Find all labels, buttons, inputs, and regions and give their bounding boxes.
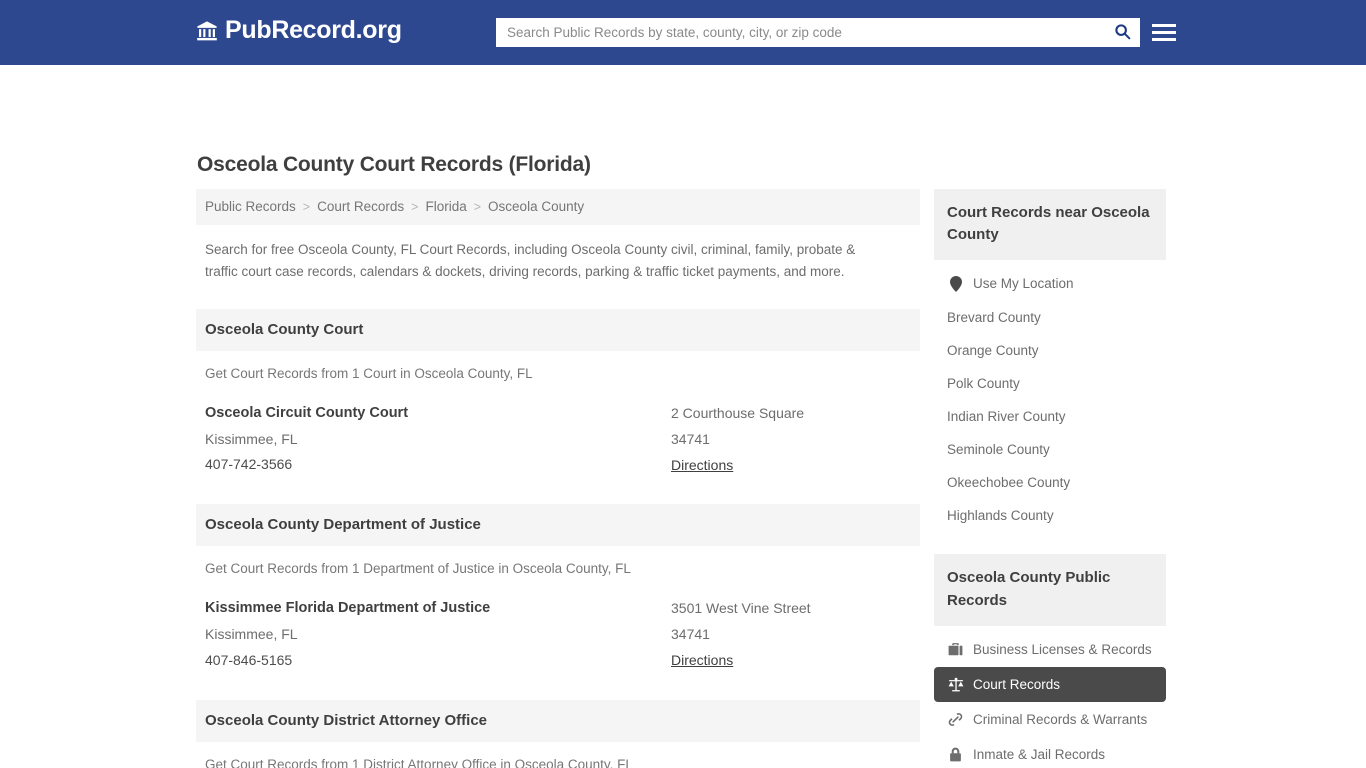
section-subtext: Get Court Records from 1 Department of J… <box>205 561 631 577</box>
record-phone[interactable]: 407-846-5165 <box>205 648 671 674</box>
site-header: PubRecord.org <box>0 0 1366 65</box>
handcuffs-icon <box>947 711 964 728</box>
sidebar-item-orange-county[interactable]: Orange County <box>934 334 1166 367</box>
record-entry-right: 3501 West Vine Street 34741 Directions <box>671 596 911 674</box>
sidebar-item-label: Highlands County <box>947 508 1054 524</box>
sidebar-item-polk-county[interactable]: Polk County <box>934 367 1166 400</box>
search-input[interactable] <box>497 19 1105 46</box>
breadcrumb-separator: > <box>302 199 311 214</box>
sidebar-item-label: Okeechobee County <box>947 475 1071 491</box>
sidebar-public-records-box: Osceola County Public Records Business L… <box>934 554 1166 768</box>
sidebar-item-use-my-location[interactable]: Use My Location <box>934 266 1166 301</box>
record-zip: 34741 <box>671 626 710 643</box>
record-name: Osceola Circuit County Court <box>205 404 409 421</box>
page-intro-text: Search for free Osceola County, FL Court… <box>205 242 856 279</box>
site-logo[interactable]: PubRecord.org <box>196 18 402 43</box>
sidebar: Court Records near Osceola County Use My… <box>934 189 1166 768</box>
record-section: Osceola County Department of Justice Get… <box>196 504 920 674</box>
record-city-state: Kissimmee, FL <box>205 430 298 447</box>
bank-building-icon <box>196 20 218 42</box>
record-entry: Osceola Circuit County Court Kissimmee, … <box>196 381 920 479</box>
sidebar-item-label: Indian River County <box>947 409 1066 425</box>
sidebar-item-criminal-records[interactable]: Criminal Records & Warrants <box>934 702 1166 737</box>
hamburger-bar <box>1152 23 1176 27</box>
main-content: Public Records > Court Records > Florida… <box>196 189 920 768</box>
record-city-state: Kissimmee, FL <box>205 626 298 643</box>
record-entry-left: Kissimmee Florida Department of Justice … <box>205 596 671 674</box>
sidebar-item-court-records[interactable]: Court Records <box>934 666 1166 702</box>
sidebar-item-label: Brevard County <box>947 310 1041 326</box>
search-bar[interactable] <box>496 18 1140 47</box>
section-subtext: Get Court Records from 1 District Attorn… <box>205 757 633 768</box>
record-name: Kissimmee Florida Department of Justice <box>205 600 491 617</box>
sidebar-item-brevard-county[interactable]: Brevard County <box>934 301 1166 334</box>
sidebar-item-label: Seminole County <box>947 442 1050 458</box>
hamburger-bar <box>1152 30 1176 34</box>
hamburger-bar <box>1152 37 1176 41</box>
sidebar-item-label: Polk County <box>947 376 1020 392</box>
lock-icon <box>947 746 964 763</box>
record-phone[interactable]: 407-742-3566 <box>205 452 671 478</box>
sidebar-nearby-box: Court Records near Osceola County Use My… <box>934 189 1166 532</box>
record-street: 2 Courthouse Square <box>671 404 805 421</box>
section-subtext: Get Court Records from 1 Court in Osceol… <box>205 365 533 381</box>
breadcrumb-separator: > <box>411 199 419 214</box>
record-zip: 34741 <box>671 430 710 447</box>
sidebar-item-business-licenses[interactable]: Business Licenses & Records <box>934 632 1166 667</box>
directions-link[interactable]: Directions <box>671 453 733 479</box>
breadcrumb-item-florida[interactable]: Florida <box>425 199 466 214</box>
record-section: Osceola County District Attorney Office … <box>196 700 920 768</box>
record-section: Osceola County Court Get Court Records f… <box>196 308 920 479</box>
sidebar-item-label: Use My Location <box>973 276 1074 292</box>
hamburger-menu-icon[interactable] <box>1152 20 1176 44</box>
section-heading: Osceola County Department of Justice <box>196 504 920 547</box>
map-pin-icon <box>947 275 964 292</box>
sidebar-public-records-list: Business Licenses & Records Court Record… <box>934 626 1166 768</box>
balance-scale-icon <box>947 676 964 693</box>
breadcrumb: Public Records > Court Records > Florida… <box>196 189 920 225</box>
record-entry: Kissimmee Florida Department of Justice … <box>196 576 920 674</box>
sidebar-item-okeechobee-county[interactable]: Okeechobee County <box>934 466 1166 499</box>
page-title: Osceola County Court Records (Florida) <box>197 153 591 176</box>
sidebar-item-highlands-county[interactable]: Highlands County <box>934 499 1166 532</box>
sidebar-item-label: Court Records <box>973 676 1061 692</box>
record-entry-left: Osceola Circuit County Court Kissimmee, … <box>205 401 671 479</box>
record-street: 3501 West Vine Street <box>671 600 811 617</box>
logo-text: PubRecord.org <box>225 16 402 44</box>
sidebar-item-label: Criminal Records & Warrants <box>973 711 1148 727</box>
briefcase-icon <box>947 641 964 658</box>
sidebar-nearby-list: Use My Location Brevard County Orange Co… <box>934 260 1166 532</box>
breadcrumb-item-osceola-county[interactable]: Osceola County <box>488 199 584 214</box>
section-heading: Osceola County District Attorney Office <box>196 700 920 743</box>
sidebar-item-label: Orange County <box>947 343 1039 359</box>
breadcrumb-item-court-records[interactable]: Court Records <box>317 199 404 214</box>
breadcrumb-separator: > <box>473 199 482 214</box>
search-icon <box>1114 23 1131 43</box>
breadcrumb-item-public-records[interactable]: Public Records <box>205 199 296 214</box>
sidebar-item-label: Inmate & Jail Records <box>973 746 1106 762</box>
section-heading: Osceola County Court <box>196 308 920 351</box>
sidebar-item-seminole-county[interactable]: Seminole County <box>934 433 1166 466</box>
directions-link[interactable]: Directions <box>671 648 733 674</box>
sidebar-nearby-title: Court Records near Osceola County <box>934 189 1166 261</box>
sidebar-item-inmate-jail-records[interactable]: Inmate & Jail Records <box>934 737 1166 768</box>
sidebar-item-indian-river-county[interactable]: Indian River County <box>934 400 1166 433</box>
search-button[interactable] <box>1105 19 1139 46</box>
record-entry-right: 2 Courthouse Square 34741 Directions <box>671 401 911 479</box>
sidebar-public-records-title: Osceola County Public Records <box>934 554 1166 626</box>
sidebar-item-label: Business Licenses & Records <box>973 641 1152 657</box>
